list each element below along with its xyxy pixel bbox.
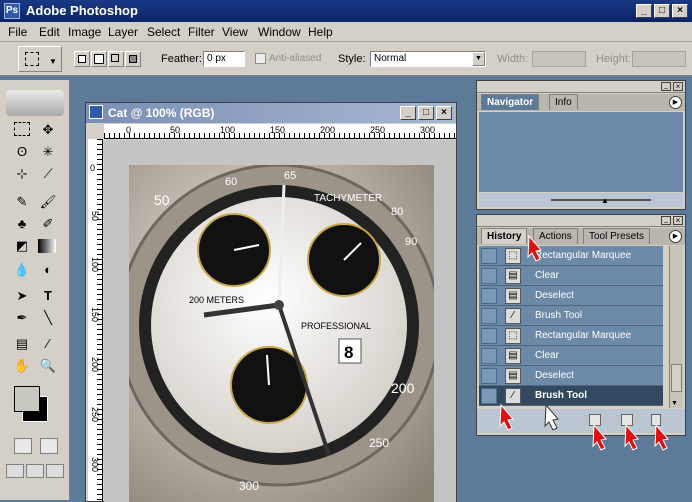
callout-overlay: [499, 234, 669, 451]
red-arrow-icon: [624, 423, 639, 451]
red-arrow-icon: [527, 234, 542, 262]
red-arrow-icon: [654, 423, 669, 451]
red-arrow-icon: [592, 423, 607, 451]
red-arrow-icon: [499, 403, 514, 431]
mouse-pointer-icon: [544, 403, 559, 431]
photoshop-window: Ps Adobe Photoshop _ □ × File Edit Image…: [0, 0, 692, 502]
